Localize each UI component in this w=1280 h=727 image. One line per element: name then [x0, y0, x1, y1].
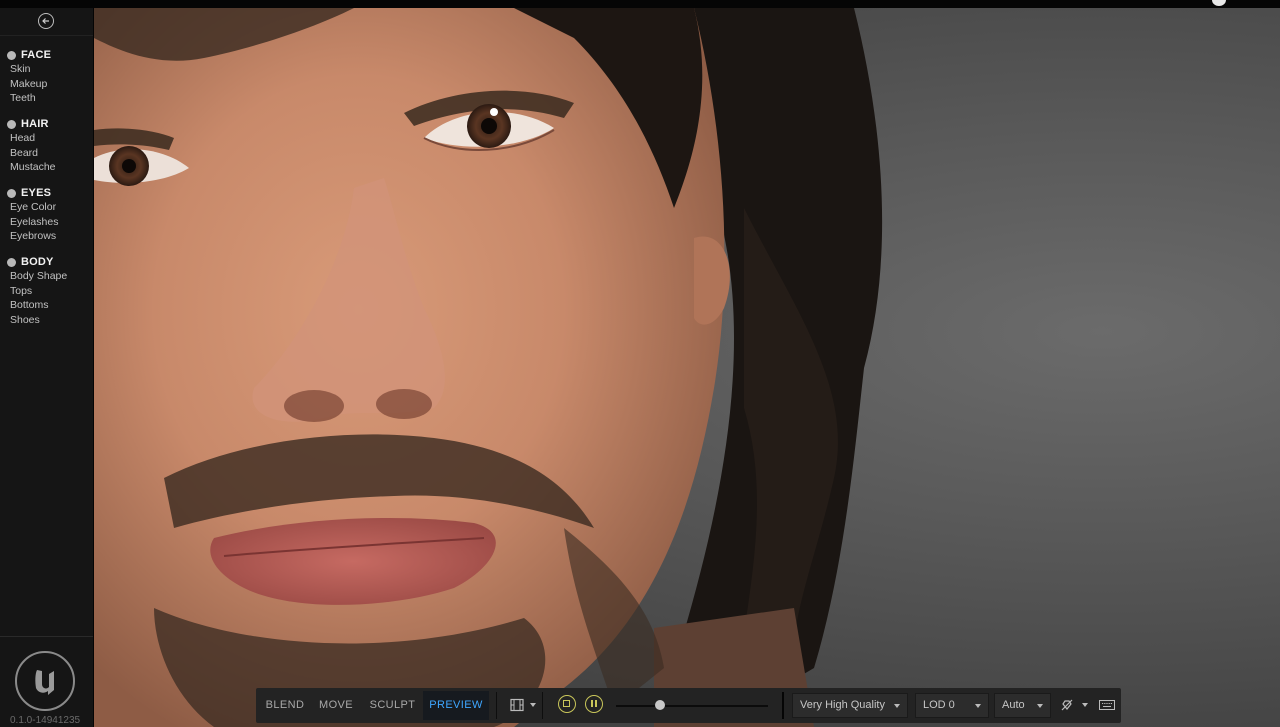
- timeline-slider-handle[interactable]: [655, 700, 666, 710]
- toolbar-divider: [496, 692, 497, 719]
- sidebar-item-eye-color[interactable]: Eye Color: [0, 200, 93, 215]
- viewport-toolbar: BLEND MOVE SCULPT PREVIEW Very High Qual…: [256, 688, 1121, 723]
- sidebar-item-skin[interactable]: Skin: [0, 62, 93, 77]
- sidebar-item-eyebrows[interactable]: Eyebrows: [0, 229, 93, 244]
- sidebar-item-mustache[interactable]: Mustache: [0, 160, 93, 175]
- lod-dropdown[interactable]: LOD 0: [915, 693, 989, 718]
- toolbar-divider: [542, 692, 543, 719]
- sidebar-section-header[interactable]: EYES: [0, 186, 93, 200]
- sidebar: FACE Skin Makeup Teeth HAIR Head Beard M…: [0, 8, 94, 727]
- toolbar-divider: [782, 692, 784, 719]
- sidebar-section-header[interactable]: FACE: [0, 48, 93, 62]
- section-title-hair: HAIR: [21, 118, 49, 130]
- sidebar-item-bottoms[interactable]: Bottoms: [0, 298, 93, 313]
- mode-tab-blend[interactable]: BLEND: [260, 691, 310, 720]
- lod-value: LOD 0: [923, 699, 955, 711]
- version-label: 0.1.0-14941235: [10, 715, 81, 726]
- sidebar-section-face: FACE Skin Makeup Teeth: [0, 48, 93, 106]
- lighting-icon[interactable]: [1059, 697, 1075, 713]
- timeline-slider[interactable]: [616, 705, 768, 707]
- window-control-icon[interactable]: [1212, 0, 1226, 6]
- face-icon: [7, 50, 16, 60]
- keyboard-icon[interactable]: [1099, 699, 1115, 711]
- chevron-down-icon: [1037, 704, 1043, 708]
- quality-value: Very High Quality: [800, 699, 885, 711]
- sidebar-section-hair: HAIR Head Beard Mustache: [0, 117, 93, 175]
- sidebar-section-eyes: EYES Eye Color Eyelashes Eyebrows: [0, 186, 93, 244]
- sidebar-item-teeth[interactable]: Teeth: [0, 91, 93, 106]
- 3d-viewport[interactable]: BLEND MOVE SCULPT PREVIEW Very High Qual…: [94, 8, 1280, 727]
- sidebar-bottom-divider: [0, 636, 93, 637]
- chevron-down-icon: [894, 704, 900, 708]
- quality-dropdown[interactable]: Very High Quality: [792, 693, 908, 718]
- top-bar: [0, 0, 1280, 8]
- sidebar-item-body-shape[interactable]: Body Shape: [0, 269, 93, 284]
- hair-icon: [7, 119, 16, 129]
- sidebar-item-tops[interactable]: Tops: [0, 284, 93, 299]
- section-title-face: FACE: [21, 49, 52, 61]
- character-render: [94, 8, 883, 727]
- sidebar-item-head[interactable]: Head: [0, 131, 93, 146]
- sidebar-item-beard[interactable]: Beard: [0, 146, 93, 161]
- chevron-down-icon[interactable]: [1082, 703, 1088, 707]
- sidebar-divider: [0, 35, 93, 36]
- sidebar-section-body: BODY Body Shape Tops Bottoms Shoes: [0, 255, 93, 327]
- auto-dropdown[interactable]: Auto: [994, 693, 1051, 718]
- chevron-down-icon[interactable]: [530, 703, 536, 707]
- camera-icon[interactable]: [510, 698, 524, 712]
- mode-tab-sculpt[interactable]: SCULPT: [364, 691, 421, 720]
- stop-button[interactable]: [558, 695, 576, 713]
- sidebar-section-header[interactable]: BODY: [0, 255, 93, 269]
- sidebar-item-shoes[interactable]: Shoes: [0, 313, 93, 328]
- sidebar-item-makeup[interactable]: Makeup: [0, 77, 93, 92]
- back-button[interactable]: [38, 13, 54, 29]
- pause-button[interactable]: [585, 695, 603, 713]
- sidebar-section-header[interactable]: HAIR: [0, 117, 93, 131]
- unreal-logo-icon: [15, 651, 75, 711]
- section-title-body: BODY: [21, 256, 54, 268]
- back-arrow-icon: [42, 18, 49, 24]
- body-icon: [7, 257, 16, 267]
- chevron-down-icon: [975, 704, 981, 708]
- section-title-eyes: EYES: [21, 187, 52, 199]
- mode-tab-move[interactable]: MOVE: [313, 691, 359, 720]
- mode-tab-preview[interactable]: PREVIEW: [423, 691, 489, 720]
- auto-value: Auto: [1002, 699, 1025, 711]
- sidebar-item-eyelashes[interactable]: Eyelashes: [0, 215, 93, 230]
- eyes-icon: [7, 188, 16, 198]
